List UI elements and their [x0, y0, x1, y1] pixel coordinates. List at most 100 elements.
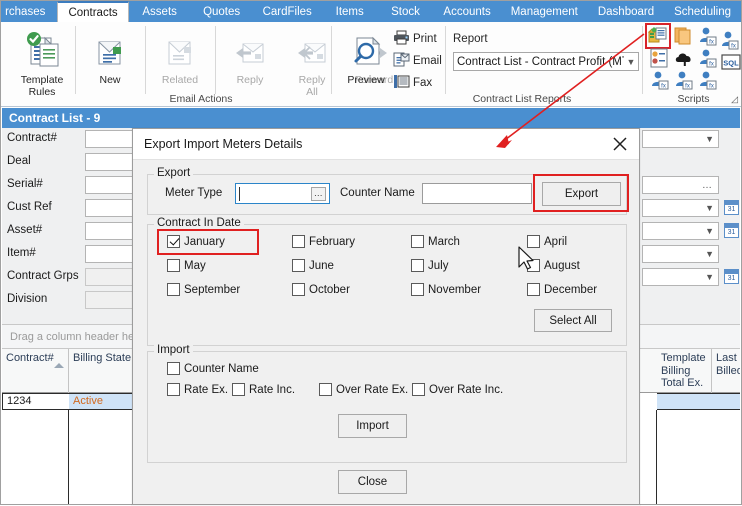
reply-button[interactable]: Reply — [219, 30, 281, 87]
input-cust-ref[interactable] — [85, 199, 137, 217]
grid-column-last-billed[interactable]: Last Billed — [712, 349, 740, 393]
template-rules-button[interactable]: Template Rules — [11, 30, 73, 98]
user-script-icon-4[interactable]: fx — [650, 70, 670, 90]
checkbox-december[interactable]: December — [527, 283, 597, 296]
tab-assets[interactable]: Assets — [129, 1, 191, 22]
close-icon[interactable] — [609, 134, 631, 154]
label-item-number: Item# — [7, 247, 36, 259]
checkbox-label: Rate Ex. — [184, 384, 228, 396]
checkbox-july[interactable]: July — [411, 259, 448, 272]
input-serial-number[interactable] — [85, 176, 137, 194]
cell-last-billed — [712, 393, 740, 410]
tab-scheduling[interactable]: Scheduling — [664, 1, 741, 22]
user-script-icon-5[interactable]: fx — [674, 70, 694, 90]
tab-items[interactable]: Items — [322, 1, 378, 22]
input-contract-groups[interactable] — [85, 268, 137, 286]
calendar-icon-1[interactable]: 31 — [724, 200, 739, 215]
checkbox-may[interactable]: May — [167, 259, 206, 272]
grid-column-billing-state[interactable]: Billing State — [69, 349, 137, 393]
checkbox-box — [292, 259, 305, 272]
tab-label: Scheduling — [674, 6, 731, 18]
close-button[interactable]: Close — [338, 470, 407, 494]
export-button[interactable]: Export — [542, 182, 621, 206]
input-item-number[interactable] — [85, 245, 137, 263]
select-all-button[interactable]: Select All — [534, 309, 612, 332]
calendar-icon-2[interactable]: 31 — [724, 223, 739, 238]
report-combobox[interactable]: Contract List - Contract Profit (MT) ▼ — [453, 52, 639, 71]
calendar-icon-3[interactable]: 31 — [724, 269, 739, 284]
right-combo-3[interactable]: ▼ — [642, 222, 719, 240]
tab-purchases[interactable]: rchases — [1, 1, 57, 22]
checkbox-rate-ex[interactable]: Rate Ex. — [167, 383, 228, 396]
checkbox-september[interactable]: September — [167, 283, 240, 296]
dialog-title-bar: Export Import Meters Details — [133, 129, 639, 160]
input-deal[interactable] — [85, 153, 137, 171]
print-button[interactable]: Print — [393, 30, 437, 48]
tab-label: Management — [511, 6, 578, 18]
right-combo-4[interactable]: ▼ — [642, 245, 719, 263]
svg-text:fx: fx — [709, 83, 714, 89]
checkbox-rate-inc[interactable]: Rate Inc. — [232, 383, 295, 396]
new-button[interactable]: New — [79, 30, 141, 87]
checkbox-april[interactable]: April — [527, 235, 567, 248]
input-division[interactable] — [85, 291, 137, 309]
grid-column-contract-number[interactable]: Contract# — [2, 349, 69, 393]
meter-type-label: Meter Type — [165, 187, 222, 199]
tab-management[interactable]: Management — [501, 1, 588, 22]
email-button[interactable]: Email — [393, 52, 442, 70]
checkbox-over-rate-inc[interactable]: Over Rate Inc. — [412, 383, 503, 396]
checkbox-january[interactable]: January — [167, 235, 225, 248]
input-asset-number[interactable] — [85, 222, 137, 240]
chevron-down-icon: ▼ — [705, 272, 714, 282]
text-caret — [239, 187, 240, 201]
checkbox-november[interactable]: November — [411, 283, 481, 296]
tab-dashboard[interactable]: Dashboard — [588, 1, 664, 22]
import-button[interactable]: Import — [338, 414, 407, 438]
related-button[interactable]: Related — [149, 30, 211, 87]
preview-button[interactable]: Preview — [335, 30, 397, 87]
preview-icon — [345, 61, 387, 73]
user-script-icon-2[interactable]: fx — [720, 30, 740, 50]
checkbox-october[interactable]: October — [292, 283, 350, 296]
grid-column-template-billing-total-ex[interactable]: Template Billing Total Ex. — [657, 349, 712, 393]
priority-list-icon[interactable] — [650, 48, 670, 68]
counter-name-input[interactable] — [422, 183, 532, 204]
checkbox-box — [167, 259, 180, 272]
checkbox-march[interactable]: March — [411, 235, 460, 248]
tab-contracts[interactable]: Contracts — [57, 1, 128, 22]
checkbox-label: Rate Inc. — [249, 384, 295, 396]
tab-stock[interactable]: Stock — [378, 1, 434, 22]
upload-cloud-icon[interactable] — [674, 48, 694, 68]
checkbox-import-counter-name[interactable]: Counter Name — [167, 362, 259, 375]
checkbox-february[interactable]: February — [292, 235, 355, 248]
checkbox-label: September — [184, 284, 240, 296]
right-combo-2[interactable]: ▼ — [642, 199, 719, 217]
tab-quotes[interactable]: Quotes — [191, 1, 253, 22]
input-contract-number[interactable] — [85, 130, 137, 148]
fax-button[interactable]: Fax — [393, 74, 432, 92]
tab-accounts[interactable]: Accounts — [433, 1, 500, 22]
sql-script-icon[interactable]: SQL — [720, 52, 742, 72]
copy-documents-icon[interactable] — [674, 26, 694, 46]
right-ellipsis-1[interactable]: … — [642, 176, 719, 194]
checkbox-over-rate-ex[interactable]: Over Rate Ex. — [319, 383, 408, 396]
export-import-meters-dialog: Export Import Meters Details Export Mete… — [132, 128, 640, 505]
user-script-icon-6[interactable]: fx — [698, 70, 718, 90]
email-icon — [393, 52, 410, 70]
checkbox-june[interactable]: June — [292, 259, 334, 272]
dialog-launcher-icon[interactable]: ◿ — [731, 94, 738, 105]
right-combo-5[interactable]: ▼ — [642, 268, 719, 286]
checkbox-august[interactable]: August — [527, 259, 580, 272]
right-combo-1[interactable]: ▼ — [642, 130, 719, 148]
related-button-label: Related — [149, 75, 211, 87]
reply-all-button[interactable]: Reply All — [281, 30, 343, 98]
checkbox-label: Counter Name — [184, 363, 259, 375]
ellipsis-icon[interactable]: … — [311, 187, 326, 201]
tab-cardfiles[interactable]: CardFiles — [253, 1, 322, 22]
user-script-icon-1[interactable]: fx — [698, 26, 718, 46]
meter-type-input[interactable]: … — [235, 183, 330, 204]
checkbox-box — [232, 383, 245, 396]
reply-all-icon — [291, 61, 333, 73]
contract-in-date-legend: Contract In Date — [154, 217, 244, 229]
user-script-icon-3[interactable]: fx — [698, 48, 718, 68]
